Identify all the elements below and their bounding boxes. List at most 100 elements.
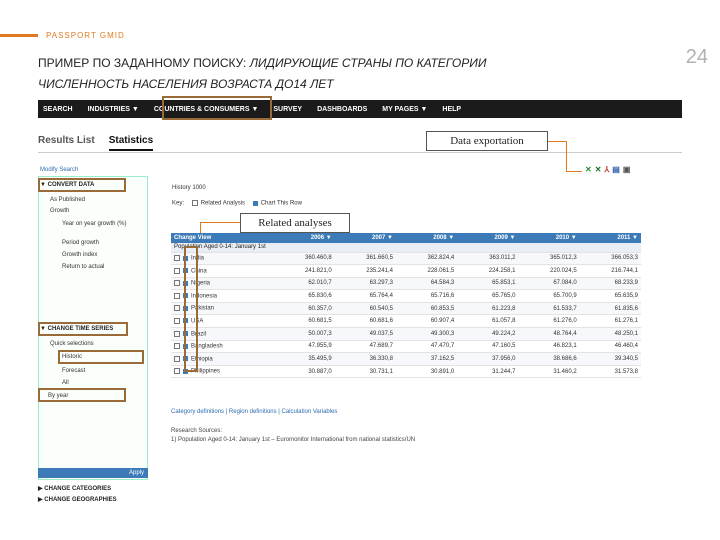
row-checkbox[interactable] xyxy=(174,267,180,274)
sidebar-bottom-links: ▶ CHANGE CATEGORIES ▶ CHANGE GEOGRAPHIES xyxy=(38,484,117,506)
nav-my-pages[interactable]: MY PAGES ▼ xyxy=(377,106,437,113)
time-item[interactable]: Quick selections xyxy=(50,341,94,347)
nav-search[interactable]: SEARCH xyxy=(38,106,83,113)
history-label: History 1000 xyxy=(172,185,206,191)
row-checkbox[interactable] xyxy=(174,317,180,324)
table-row: India 360.460,8 361.660,5 362.824,4 363.011,… xyxy=(171,252,641,266)
row-checkbox[interactable] xyxy=(174,355,180,362)
title-plain: ПРИМЕР ПО ЗАДАННОМУ ПОИСКУ: xyxy=(38,56,250,70)
research-sources: Research Sources: 1) Population Aged 0-1… xyxy=(171,428,415,443)
main-navbar: SEARCH INDUSTRIES ▼ COUNTRIES & CONSUMER… xyxy=(38,100,682,118)
table-row: Pakistan 60.357,0 60.540,5 60.853,5 61.223,8… xyxy=(171,302,641,316)
convert-item[interactable]: Year on year growth (%) xyxy=(62,221,126,227)
value-cell: 38.686,6 xyxy=(518,352,580,366)
value-cell: 67.084,0 xyxy=(518,277,580,291)
research-text: 1) Population Aged 0-14: January 1st – E… xyxy=(171,437,416,443)
key-label: Key: xyxy=(172,200,185,207)
tab-divider xyxy=(38,152,682,153)
view-tabs: Results List Statistics xyxy=(38,135,167,151)
change-view-header[interactable]: Change View xyxy=(171,233,274,243)
value-cell: 65.700,9 xyxy=(518,289,580,303)
value-cell: 30.887,0 xyxy=(273,365,335,379)
change-categories-link[interactable]: ▶ CHANGE CATEGORIES xyxy=(38,484,117,495)
tab-statistics[interactable]: Statistics xyxy=(108,135,154,151)
apply-button[interactable]: Apply xyxy=(38,468,148,478)
value-cell: 61.223,8 xyxy=(457,302,519,316)
value-cell: 60.540,5 xyxy=(334,302,396,316)
table-row: Brazil 50.007,3 49.037,5 49.300,3 49.224,2 48… xyxy=(171,327,641,341)
nav-industries[interactable]: INDUSTRIES ▼ xyxy=(83,106,149,113)
year-header[interactable]: 2010 ▼ xyxy=(518,233,580,243)
value-cell: 47.689,7 xyxy=(334,340,396,354)
export-print-icon[interactable]: ▣ xyxy=(623,165,631,174)
row-checkbox[interactable] xyxy=(174,292,180,299)
nav-survey[interactable]: SURVEY xyxy=(268,106,312,113)
value-cell: 65.635,9 xyxy=(579,289,641,303)
value-cell: 61.835,6 xyxy=(579,302,641,316)
value-cell: 37.956,0 xyxy=(457,352,519,366)
year-header[interactable]: 2011 ▼ xyxy=(579,233,641,243)
value-cell: 62.010,7 xyxy=(273,277,335,291)
value-cell: 61.533,7 xyxy=(518,302,580,316)
value-cell: 60.357,0 xyxy=(273,302,335,316)
value-cell: 63.297,3 xyxy=(334,277,396,291)
time-item[interactable]: All xyxy=(62,380,69,386)
highlight-countries-nav xyxy=(162,96,272,120)
nav-help[interactable]: HELP xyxy=(437,106,471,113)
export-excel-icon[interactable]: ✕ xyxy=(585,165,592,174)
value-cell: 224.258,1 xyxy=(457,264,519,278)
row-checkbox[interactable] xyxy=(174,280,180,287)
row-checkbox[interactable] xyxy=(174,330,180,337)
row-checkbox[interactable] xyxy=(174,368,180,375)
value-cell: 65.765,0 xyxy=(457,289,519,303)
value-cell: 30.891,0 xyxy=(395,365,458,379)
value-cell: 46.823,1 xyxy=(518,340,580,354)
value-cell: 60.853,5 xyxy=(395,302,458,316)
year-header[interactable]: 2007 ▼ xyxy=(334,233,396,243)
value-cell: 65.830,6 xyxy=(273,289,335,303)
convert-item[interactable]: Return to actual xyxy=(62,264,104,270)
callout-connector xyxy=(566,141,567,171)
modify-search-link[interactable]: Modify Search xyxy=(40,167,78,173)
value-cell: 31.460,2 xyxy=(518,365,580,379)
value-cell: 60.681,5 xyxy=(273,314,335,329)
value-cell: 216.744,1 xyxy=(579,264,641,278)
year-header[interactable]: 2006 ▼ xyxy=(273,233,335,243)
value-cell: 65.764,4 xyxy=(334,289,396,303)
table-subheader: Population Aged 0-14: January 1st xyxy=(171,243,641,253)
callout-data-exportation: Data exportation xyxy=(426,131,548,151)
value-cell: 50.007,3 xyxy=(273,327,335,341)
export-word-icon[interactable]: ▤ xyxy=(612,165,620,174)
callout-related-analyses: Related analyses xyxy=(240,213,350,233)
highlight-by-year xyxy=(38,388,126,402)
value-cell: 37.162,5 xyxy=(395,352,458,366)
year-header[interactable]: 2009 ▼ xyxy=(457,233,519,243)
row-checkbox[interactable] xyxy=(174,255,180,261)
convert-item[interactable]: Growth index xyxy=(62,252,97,258)
tab-results-list[interactable]: Results List xyxy=(38,135,95,151)
convert-item[interactable]: Growth xyxy=(50,208,69,214)
definition-links[interactable]: Category definitions | Region definition… xyxy=(171,409,337,415)
year-header[interactable]: 2008 ▼ xyxy=(395,233,458,243)
nav-dashboards[interactable]: DASHBOARDS xyxy=(312,106,377,113)
value-cell: 68.233,9 xyxy=(579,277,641,291)
export-pdf-icon[interactable]: ⅄ xyxy=(604,165,609,174)
value-cell: 360.460,8 xyxy=(273,252,335,266)
chart-row-icon xyxy=(252,200,258,206)
convert-item[interactable]: Period growth xyxy=(62,240,99,246)
brand-label: PASSPORT GMID xyxy=(46,31,125,40)
value-cell: 61.057,8 xyxy=(457,314,519,329)
value-cell: 361.660,5 xyxy=(334,252,396,266)
export-toolbar: ✕ ✕ ⅄ ▤ ▣ xyxy=(585,165,630,174)
value-cell: 48.250,1 xyxy=(579,327,641,341)
value-cell: 362.824,4 xyxy=(395,252,458,266)
change-geographies-link[interactable]: ▶ CHANGE GEOGRAPHIES xyxy=(38,495,117,506)
export-csv-icon[interactable]: ✕ xyxy=(595,165,602,174)
convert-item[interactable]: As Published xyxy=(50,197,85,203)
table-row: China 241.821,0 235.241,4 228.061,5 224.258,… xyxy=(171,264,641,278)
row-checkbox[interactable] xyxy=(174,305,180,312)
value-cell: 31.573,8 xyxy=(579,365,641,379)
row-checkbox[interactable] xyxy=(174,343,180,350)
time-item[interactable]: Forecast xyxy=(62,368,85,374)
value-cell: 46.460,4 xyxy=(579,340,641,354)
